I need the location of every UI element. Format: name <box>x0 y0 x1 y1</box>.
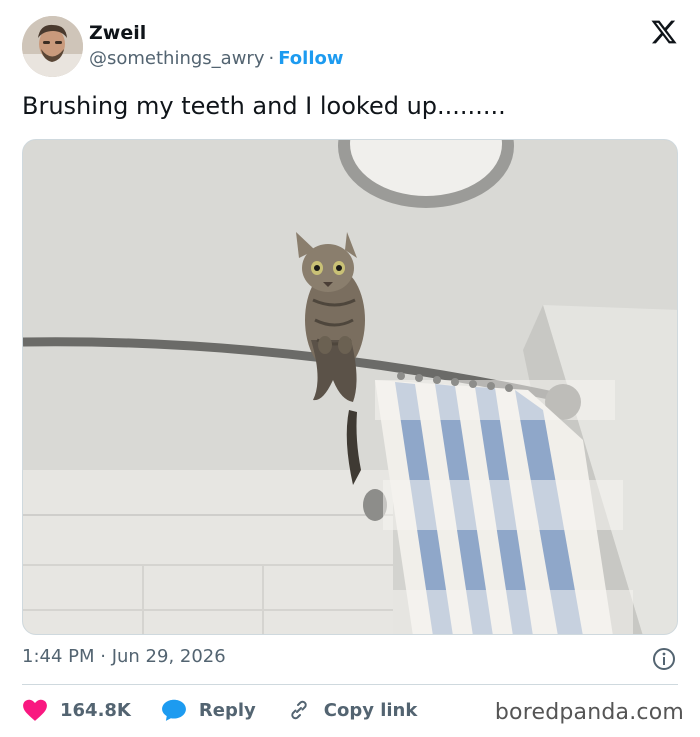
tweet-text: Brushing my teeth and I looked up.......… <box>22 92 506 120</box>
author-name[interactable]: Zweil <box>89 22 146 44</box>
avatar[interactable] <box>22 16 83 77</box>
reply-label: Reply <box>198 699 256 721</box>
follow-button[interactable]: Follow <box>278 48 343 69</box>
author-meta: @somethings_awry · Follow <box>89 48 344 69</box>
link-icon <box>291 700 307 720</box>
info-icon[interactable] <box>652 647 676 671</box>
copy-link-button[interactable]: Copy link <box>286 698 418 722</box>
speech-bubble-icon <box>161 699 186 721</box>
author-handle[interactable]: @somethings_awry <box>89 48 264 69</box>
likes-count: 164.8K <box>60 699 131 721</box>
like-button[interactable]: 164.8K <box>22 698 131 722</box>
x-logo-icon[interactable] <box>650 18 678 46</box>
divider <box>22 684 678 685</box>
action-bar: 164.8K Reply Copy link <box>22 694 447 726</box>
tweet-media[interactable] <box>22 139 678 635</box>
heart-icon <box>23 699 47 721</box>
avatar-photo <box>22 16 83 77</box>
watermark: boredpanda.com <box>494 700 684 725</box>
copy-link-label: Copy link <box>323 699 418 721</box>
reply-button[interactable]: Reply <box>161 698 256 722</box>
timestamp[interactable]: 1:44 PM · Jun 29, 2026 <box>22 646 226 667</box>
cat-photo <box>23 140 677 634</box>
separator: · <box>268 48 275 69</box>
